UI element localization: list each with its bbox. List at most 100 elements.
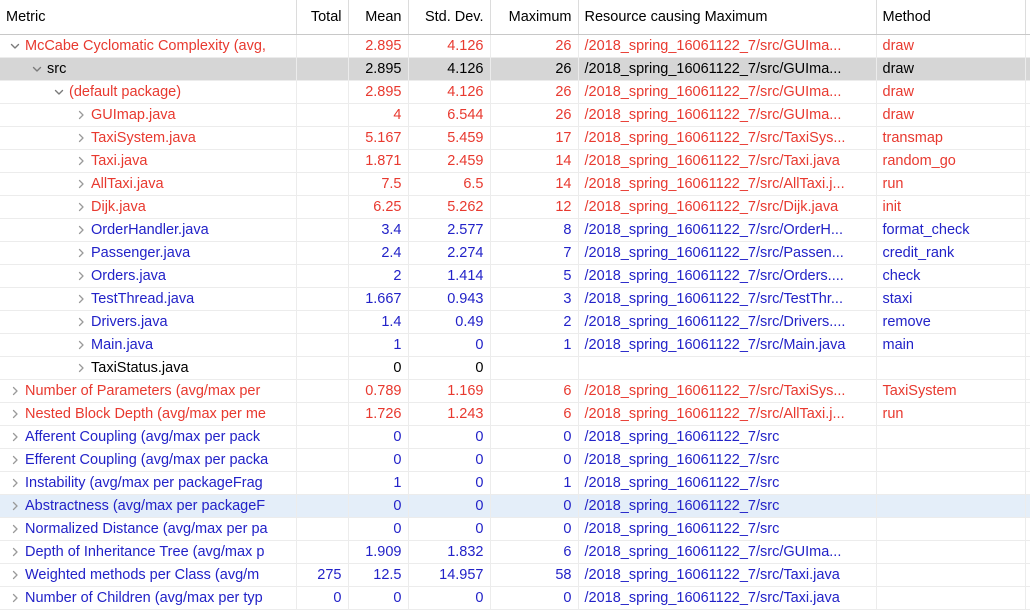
table-body[interactable]: McCabe Cyclomatic Complexity (avg, 2.895 4… (0, 34, 1030, 610)
table-row[interactable]: Dijk.java 6.25 5.262 12/2018_spring_1606112… (0, 195, 1030, 219)
column-header-metric[interactable]: Metric (0, 0, 297, 35)
chevron-right-icon[interactable] (8, 384, 22, 398)
table-row[interactable]: McCabe Cyclomatic Complexity (avg, 2.895 4… (0, 34, 1030, 58)
table-row[interactable]: src 2.895 4.126 26/2018_spring_16061122_7/s… (0, 57, 1030, 81)
cell-metric[interactable]: Drivers.java (0, 310, 297, 334)
cell-metric[interactable]: Efferent Coupling (avg/max per packa (0, 448, 297, 472)
table-row[interactable]: Abstractness (avg/max per packageF 0 0 0/20… (0, 494, 1030, 518)
chevron-right-icon[interactable] (74, 108, 88, 122)
chevron-right-icon[interactable] (74, 177, 88, 191)
cell-metric[interactable]: Weighted methods per Class (avg/m (0, 563, 297, 587)
cell-mean: 4 (348, 103, 409, 127)
cell-metric[interactable]: (default package) (0, 80, 297, 104)
table-row[interactable]: TaxiStatus.java 0 0 (0, 356, 1030, 380)
cell-metric[interactable]: Instability (avg/max per packageFrag (0, 471, 297, 495)
table-row[interactable]: AllTaxi.java 7.5 6.5 14/2018_spring_1606112… (0, 172, 1030, 196)
chevron-down-icon[interactable] (52, 85, 66, 99)
table-row[interactable]: Passenger.java 2.4 2.274 7/2018_spring_1606… (0, 241, 1030, 265)
cell-metric[interactable]: src (0, 57, 297, 81)
cell-metric[interactable]: TaxiSystem.java (0, 126, 297, 150)
table-row[interactable]: TestThread.java 1.667 0.943 3/2018_spring_1… (0, 287, 1030, 311)
column-header-total[interactable]: Total (296, 0, 349, 35)
cell-metric[interactable]: Nested Block Depth (avg/max per me (0, 402, 297, 426)
table-row[interactable]: GUImap.java 4 6.544 26/2018_spring_16061122… (0, 103, 1030, 127)
cell-metric[interactable]: Main.java (0, 333, 297, 357)
table-row[interactable]: Afferent Coupling (avg/max per pack 0 0 0/2… (0, 425, 1030, 449)
cell-metric[interactable]: Normalized Distance (avg/max per pa (0, 517, 297, 541)
chevron-right-icon[interactable] (74, 200, 88, 214)
cell-maximum (490, 356, 579, 380)
cell-filler (1025, 57, 1030, 81)
metric-label: Abstractness (avg/max per packageF (25, 497, 266, 514)
cell-stddev: 0.943 (408, 287, 491, 311)
cell-metric[interactable]: Passenger.java (0, 241, 297, 265)
column-header-stddev[interactable]: Std. Dev. (408, 0, 491, 35)
cell-metric[interactable]: TaxiStatus.java (0, 356, 297, 380)
column-header-resource[interactable]: Resource causing Maximum (578, 0, 877, 35)
cell-metric[interactable]: Taxi.java (0, 149, 297, 173)
cell-total (296, 126, 349, 150)
chevron-right-icon[interactable] (74, 223, 88, 237)
metric-label: src (47, 60, 67, 77)
chevron-right-icon[interactable] (8, 568, 22, 582)
cell-method: draw (876, 57, 1026, 81)
cell-metric[interactable]: McCabe Cyclomatic Complexity (avg, (0, 34, 297, 58)
table-row[interactable]: Taxi.java 1.871 2.459 14/2018_spring_160611… (0, 149, 1030, 173)
column-header-method[interactable]: Method (876, 0, 1026, 35)
table-row[interactable]: Efferent Coupling (avg/max per packa 0 0 0/… (0, 448, 1030, 472)
cell-metric[interactable]: GUImap.java (0, 103, 297, 127)
cell-stddev: 5.262 (408, 195, 491, 219)
column-header-maximum[interactable]: Maximum (490, 0, 579, 35)
cell-metric[interactable]: AllTaxi.java (0, 172, 297, 196)
cell-metric[interactable]: Orders.java (0, 264, 297, 288)
chevron-right-icon[interactable] (74, 246, 88, 260)
cell-metric[interactable]: Abstractness (avg/max per packageF (0, 494, 297, 518)
cell-metric[interactable]: Number of Children (avg/max per typ (0, 586, 297, 610)
cell-metric[interactable]: Depth of Inheritance Tree (avg/max p (0, 540, 297, 564)
cell-resource: /2018_spring_16061122_7/src (578, 448, 877, 472)
table-row[interactable]: Main.java 1 0 1/2018_spring_16061122_7/src/… (0, 333, 1030, 357)
table-row[interactable]: Number of Parameters (avg/max per 0.789 1.… (0, 379, 1030, 403)
metrics-table[interactable]: Metric Total Mean Std. Dev. Maximum Reso… (0, 0, 1030, 610)
cell-total (296, 448, 349, 472)
chevron-right-icon[interactable] (74, 315, 88, 329)
table-row[interactable]: (default package) 2.895 4.126 26/2018_sprin… (0, 80, 1030, 104)
cell-stddev: 1.832 (408, 540, 491, 564)
table-row[interactable]: Number of Children (avg/max per typ 0 0 0 0/… (0, 586, 1030, 610)
cell-metric[interactable]: Afferent Coupling (avg/max per pack (0, 425, 297, 449)
chevron-right-icon[interactable] (8, 591, 22, 605)
chevron-right-icon[interactable] (8, 430, 22, 444)
table-row[interactable]: TaxiSystem.java 5.167 5.459 17/2018_spring_… (0, 126, 1030, 150)
table-row[interactable]: Nested Block Depth (avg/max per me 1.726 1… (0, 402, 1030, 426)
cell-mean: 1 (348, 471, 409, 495)
chevron-right-icon[interactable] (8, 499, 22, 513)
table-row[interactable]: Orders.java 2 1.414 5/2018_spring_16061122_… (0, 264, 1030, 288)
table-row[interactable]: Drivers.java 1.4 0.49 2/2018_spring_1606112… (0, 310, 1030, 334)
table-row[interactable]: OrderHandler.java 3.4 2.577 8/2018_spring_1… (0, 218, 1030, 242)
chevron-right-icon[interactable] (8, 476, 22, 490)
table-row[interactable]: Instability (avg/max per packageFrag 1 0 1/… (0, 471, 1030, 495)
chevron-down-icon[interactable] (8, 39, 22, 53)
chevron-right-icon[interactable] (74, 131, 88, 145)
chevron-right-icon[interactable] (74, 292, 88, 306)
cell-metric[interactable]: Dijk.java (0, 195, 297, 219)
chevron-right-icon[interactable] (8, 545, 22, 559)
chevron-right-icon[interactable] (74, 154, 88, 168)
table-row[interactable]: Depth of Inheritance Tree (avg/max p 1.90… (0, 540, 1030, 564)
chevron-right-icon[interactable] (8, 522, 22, 536)
cell-metric[interactable]: OrderHandler.java (0, 218, 297, 242)
chevron-down-icon[interactable] (30, 62, 44, 76)
table-row[interactable]: Weighted methods per Class (avg/m 275 12.5… (0, 563, 1030, 587)
chevron-right-icon[interactable] (8, 407, 22, 421)
chevron-right-icon[interactable] (74, 269, 88, 283)
chevron-right-icon[interactable] (8, 453, 22, 467)
cell-metric[interactable]: TestThread.java (0, 287, 297, 311)
table-row[interactable]: Normalized Distance (avg/max per pa 0 0 0/2… (0, 517, 1030, 541)
metric-label: Passenger.java (91, 244, 191, 261)
chevron-right-icon[interactable] (74, 338, 88, 352)
column-header-mean[interactable]: Mean (348, 0, 409, 35)
chevron-right-icon[interactable] (74, 361, 88, 375)
cell-metric[interactable]: Number of Parameters (avg/max per (0, 379, 297, 403)
cell-mean: 0 (348, 494, 409, 518)
cell-maximum: 14 (490, 149, 579, 173)
